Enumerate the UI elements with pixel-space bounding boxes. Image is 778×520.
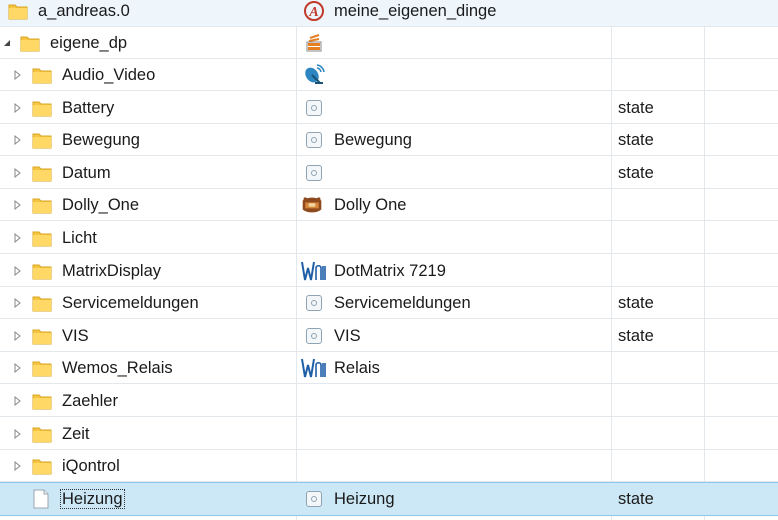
- tree-row-servicemeldungen[interactable]: Servicemeldungen Servicemeldungen state: [0, 287, 778, 319]
- expand-arrow-icon[interactable]: [10, 450, 24, 482]
- expand-arrow-icon[interactable]: [10, 385, 24, 417]
- tree-row-name: VIS: [62, 327, 89, 345]
- tree-row-audio-video[interactable]: Audio_Video: [0, 59, 778, 91]
- satellite-dish-icon: [303, 64, 325, 85]
- tree-row-zeit[interactable]: Zeit: [0, 418, 778, 450]
- tree-row-role: state: [618, 327, 654, 345]
- tree-row-name: Wemos_Relais: [62, 359, 173, 377]
- tree-row-name: Bewegung: [62, 131, 140, 149]
- tree-row-iqontrol[interactable]: iQontrol: [0, 450, 778, 482]
- tree-row-common-name: Relais: [334, 359, 380, 377]
- file-icon: [33, 489, 49, 509]
- tree-row-a-andreas[interactable]: a_andreas.0 A meine_eigenen_dinge: [0, 0, 778, 27]
- tree-row-datum[interactable]: Datum state: [0, 157, 778, 189]
- folder-icon: [32, 133, 52, 149]
- tree-row-name: eigene_dp: [50, 34, 128, 52]
- tree-row-eigene-dp[interactable]: eigene_dp: [0, 27, 778, 59]
- wemos-logo-icon: [301, 358, 327, 378]
- tree-row-dolly-one[interactable]: Dolly_One Dolly One: [0, 189, 778, 221]
- state-icon: [303, 326, 325, 346]
- expand-arrow-icon[interactable]: [10, 59, 24, 91]
- folder-icon: [32, 101, 52, 117]
- adapter-a-logo-icon: A: [303, 1, 325, 21]
- tree-row-common-name: Heizung: [334, 490, 395, 508]
- tree-row-licht[interactable]: Licht: [0, 222, 778, 254]
- tree-row-bewegung[interactable]: Bewegung Bewegung state: [0, 124, 778, 156]
- tree-row-common-name: VIS: [334, 327, 361, 345]
- dolly-logo-icon: [301, 195, 323, 215]
- tree-row-name: Heizung: [60, 489, 125, 509]
- expand-arrow-icon[interactable]: [10, 320, 24, 352]
- state-icon: [303, 163, 325, 183]
- tree-row-battery[interactable]: Battery state: [0, 92, 778, 124]
- tree-row-name: iQontrol: [62, 457, 120, 475]
- folder-icon: [32, 329, 52, 345]
- tree-row-role: state: [618, 164, 654, 182]
- tree-row-heizung[interactable]: Heizung Heizung state: [0, 482, 778, 516]
- tree-row-role: state: [618, 131, 654, 149]
- folder-icon: [20, 36, 40, 52]
- expand-arrow-icon[interactable]: [10, 189, 24, 221]
- folder-icon: [32, 427, 52, 443]
- expand-arrow-icon[interactable]: [10, 92, 24, 124]
- folder-icon: [32, 264, 52, 280]
- object-tree: a_andreas.0 A meine_eigenen_dinge eigene…: [0, 0, 778, 520]
- tree-row-common-name: DotMatrix 7219: [334, 262, 446, 280]
- tree-row-common-name: Dolly One: [334, 196, 407, 214]
- folder-icon: [32, 296, 52, 312]
- expand-arrow-icon[interactable]: [10, 124, 24, 156]
- tree-row-name: Datum: [62, 164, 111, 182]
- expand-arrow-icon[interactable]: [10, 255, 24, 287]
- state-icon: [303, 98, 325, 118]
- folder-icon: [32, 68, 52, 84]
- svg-text:A: A: [308, 5, 318, 20]
- tree-row-vis[interactable]: VIS VIS state: [0, 320, 778, 352]
- tree-row-common-name: Bewegung: [334, 131, 412, 149]
- tree-row-matrixdisplay[interactable]: MatrixDisplay DotMatrix 7219: [0, 255, 778, 287]
- expand-arrow-icon[interactable]: [10, 222, 24, 254]
- expand-arrow-icon[interactable]: [10, 287, 24, 319]
- tree-row-name: Dolly_One: [62, 196, 140, 214]
- tree-row-role: state: [618, 294, 654, 312]
- state-icon: [303, 293, 325, 313]
- tree-row-zaehler[interactable]: Zaehler: [0, 385, 778, 417]
- expand-arrow-icon[interactable]: [10, 418, 24, 450]
- tree-row-name: Audio_Video: [62, 66, 156, 84]
- tree-row-role: state: [618, 99, 654, 117]
- tree-row-name: Servicemeldungen: [62, 294, 199, 312]
- folder-icon: [32, 361, 52, 377]
- tree-row-name: MatrixDisplay: [62, 262, 162, 280]
- folder-icon: [32, 394, 52, 410]
- tree-row-common-name: Servicemeldungen: [334, 294, 471, 312]
- tree-row-role: state: [618, 490, 654, 508]
- folder-icon: [32, 459, 52, 475]
- tree-row-name: Zeit: [62, 425, 90, 443]
- tree-row-wemos-relais[interactable]: Wemos_Relais Relais: [0, 352, 778, 384]
- folder-icon: [32, 231, 52, 247]
- state-icon: [303, 489, 325, 509]
- folder-icon: [32, 166, 52, 182]
- tree-row-common-name: meine_eigenen_dinge: [334, 2, 497, 20]
- tree-row-name: a_andreas.0: [38, 2, 130, 20]
- expand-arrow-icon[interactable]: [10, 352, 24, 384]
- wemos-logo-icon: [301, 261, 327, 281]
- collapse-arrow-icon[interactable]: [0, 27, 14, 59]
- stack-icon: [303, 33, 325, 53]
- tree-row-name: Battery: [62, 99, 115, 117]
- tree-row-name: Zaehler: [62, 392, 118, 410]
- tree-row-name: Licht: [62, 229, 97, 247]
- state-icon: [303, 130, 325, 150]
- expand-arrow-icon[interactable]: [10, 157, 24, 189]
- folder-icon: [32, 198, 52, 214]
- folder-icon: [8, 4, 28, 20]
